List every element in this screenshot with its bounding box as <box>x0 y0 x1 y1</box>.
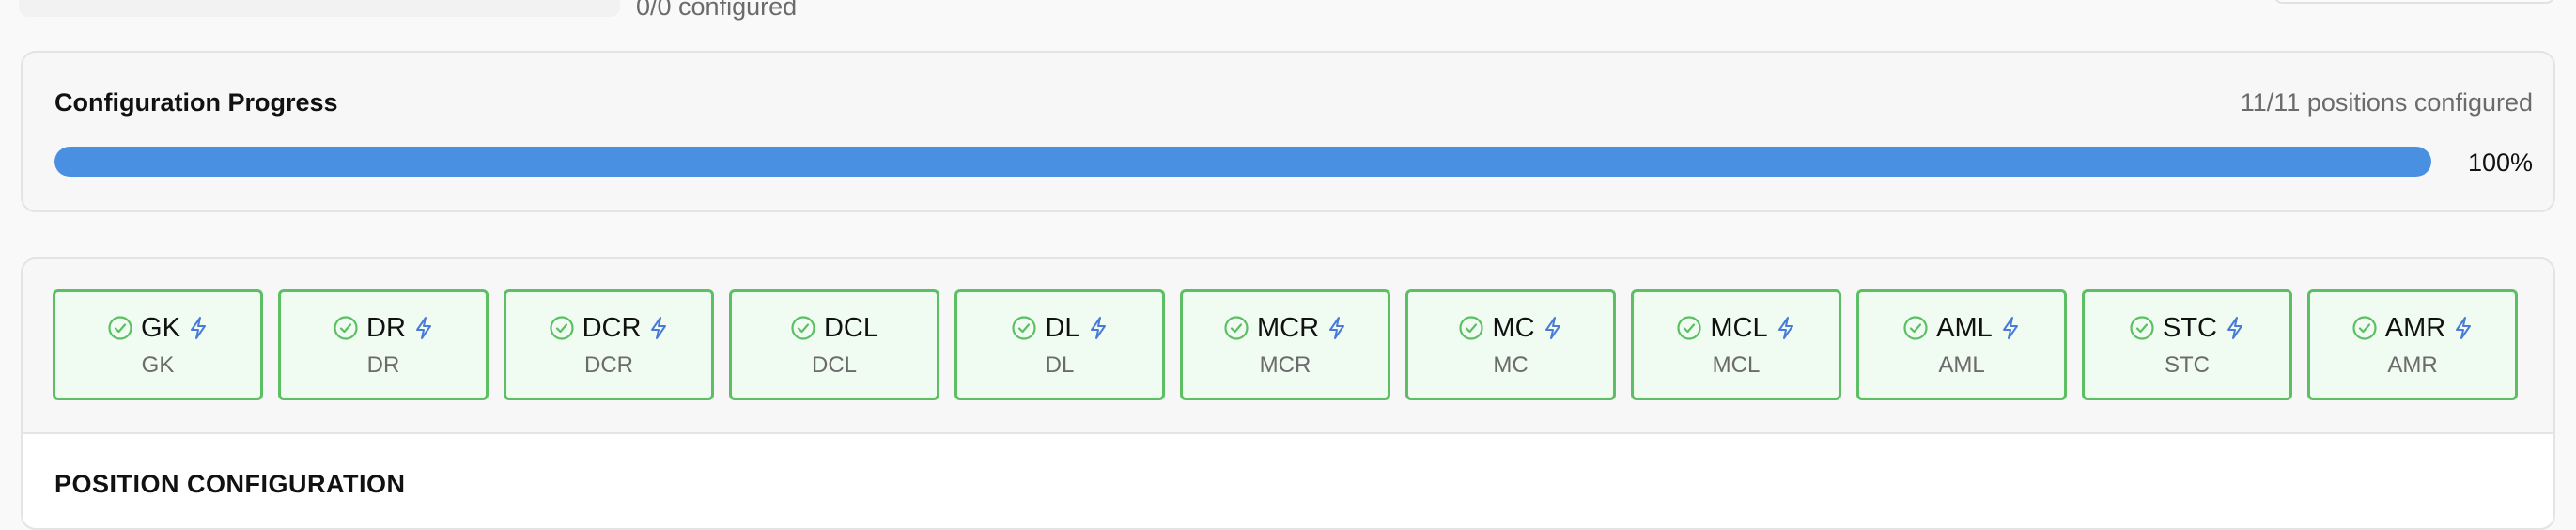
position-label: AMR <box>2387 352 2438 378</box>
position-label: DR <box>366 352 400 378</box>
lightning-icon <box>413 316 434 340</box>
progress-count: 11/11 positions configured <box>2240 88 2533 117</box>
lightning-icon <box>188 316 209 340</box>
position-code: DL <box>1045 312 1080 343</box>
position-code: GK <box>141 312 180 343</box>
progress-title: Configuration Progress <box>54 88 338 117</box>
position-code: AMR <box>2384 312 2446 343</box>
position-code: MCR <box>1256 312 1320 343</box>
position-tile-header: DCR <box>549 311 670 345</box>
position-tile-dcr[interactable]: DCR DCR <box>504 289 714 400</box>
position-label: DCL <box>811 352 857 378</box>
position-tile-header: AML <box>1902 311 2021 345</box>
check-circle-icon <box>1011 315 1037 341</box>
progress-percent: 100% <box>2467 148 2533 177</box>
position-code: MC <box>1492 312 1535 343</box>
position-tile-mcr[interactable]: MCR MCR <box>1180 289 1390 400</box>
lightning-icon <box>1543 316 1563 340</box>
position-label: MC <box>1493 352 1529 378</box>
check-circle-icon <box>333 315 359 341</box>
top-strip: 0/0 configured <box>0 0 2576 21</box>
position-label: MCL <box>1712 352 1761 378</box>
previous-button-bottom[interactable] <box>2273 0 2555 4</box>
position-label: MCR <box>1259 352 1311 378</box>
position-tile-header: DR <box>333 311 434 345</box>
position-tile-header: MCL <box>1676 311 1795 345</box>
position-tile-header: MC <box>1458 311 1562 345</box>
position-code: AML <box>1936 312 1993 343</box>
check-circle-icon <box>549 315 575 341</box>
position-code: STC <box>2163 312 2217 343</box>
position-tile-dr[interactable]: DR DR <box>278 289 489 400</box>
position-tile-dl[interactable]: DL DL <box>954 289 1165 400</box>
section-title: POSITION CONFIGURATION <box>54 470 406 498</box>
position-label: DL <box>1045 352 1075 378</box>
position-tile-header: DL <box>1011 311 1108 345</box>
position-label: AML <box>1938 352 1985 378</box>
lightning-icon <box>2453 316 2474 340</box>
position-tile-gk[interactable]: GK GK <box>53 289 263 400</box>
position-tile-header: MCR <box>1223 311 1347 345</box>
position-tile-header: AMR <box>2351 311 2474 345</box>
configuration-progress-card: Configuration Progress 11/11 positions c… <box>21 51 2555 212</box>
check-circle-icon <box>1223 315 1249 341</box>
lightning-icon <box>1327 316 1347 340</box>
progress-bar-track <box>54 147 2431 177</box>
lightning-icon <box>1776 316 1796 340</box>
position-tile-aml[interactable]: AML AML <box>1856 289 2067 400</box>
lightning-icon <box>1088 316 1109 340</box>
check-circle-icon <box>1458 315 1484 341</box>
check-circle-icon <box>2129 315 2155 341</box>
position-tile-header: GK <box>107 311 209 345</box>
positions-card: GK GK DR DR DCR DCR DCL DCL DL DL MCR MCR MC MC MCL MCL… <box>21 257 2555 530</box>
position-tile-header: STC <box>2129 311 2245 345</box>
previous-configured-count: 0/0 configured <box>636 0 798 21</box>
position-label: DCR <box>584 352 633 378</box>
check-circle-icon <box>790 315 816 341</box>
progress-bar-fill <box>54 147 2431 177</box>
previous-card-bottom <box>19 0 620 17</box>
check-circle-icon <box>1676 315 1702 341</box>
check-circle-icon <box>1902 315 1929 341</box>
lightning-icon <box>2225 316 2245 340</box>
position-code: DCL <box>823 312 878 343</box>
position-tile-mc[interactable]: MC MC <box>1405 289 1616 400</box>
position-code: DCR <box>582 312 642 343</box>
position-tile-header: DCL <box>790 311 878 345</box>
position-tile-mcl[interactable]: MCL MCL <box>1631 289 1841 400</box>
lightning-icon <box>2000 316 2021 340</box>
position-label: STC <box>2165 352 2210 378</box>
check-circle-icon <box>107 315 133 341</box>
lightning-icon <box>648 316 669 340</box>
position-tile-dcl[interactable]: DCL DCL <box>729 289 939 400</box>
position-code: MCL <box>1710 312 1768 343</box>
position-configuration-section: POSITION CONFIGURATION <box>23 432 2553 528</box>
position-label: GK <box>141 352 175 378</box>
position-tile-stc[interactable]: STC STC <box>2082 289 2292 400</box>
position-tiles: GK GK DR DR DCR DCR DCL DCL DL DL MCR MCR MC MC MCL MCL… <box>53 289 2518 400</box>
position-tile-amr[interactable]: AMR AMR <box>2307 289 2518 400</box>
position-code: DR <box>366 312 406 343</box>
check-circle-icon <box>2351 315 2378 341</box>
